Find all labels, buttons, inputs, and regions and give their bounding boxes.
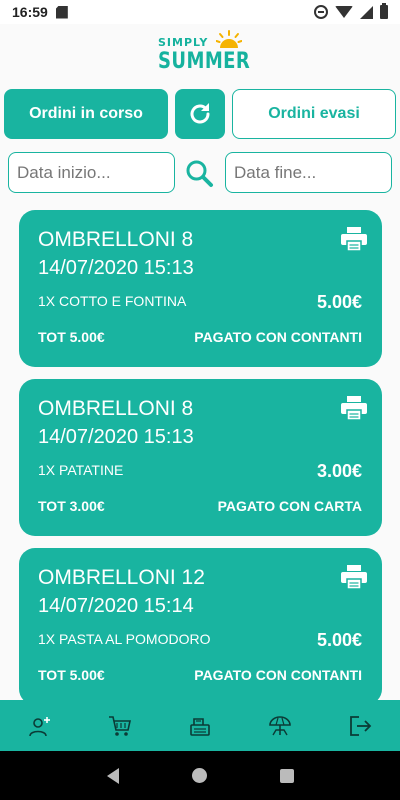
order-payment: PAGATO CON CONTANTI xyxy=(194,329,362,345)
nav-logout[interactable] xyxy=(340,706,380,746)
search-icon xyxy=(186,160,213,187)
order-item: 1X PASTA AL POMODORO xyxy=(38,631,211,647)
order-total: TOT 5.00€ xyxy=(38,667,105,683)
sun-icon xyxy=(216,30,242,48)
order-item: 1X COTTO E FONTINA xyxy=(38,293,187,309)
orders-list[interactable]: OMBRELLONI 8 14/07/2020 15:13 1X COTTO E… xyxy=(0,210,400,700)
tab-ordini-evasi[interactable]: Ordini evasi xyxy=(232,89,396,139)
register-icon xyxy=(190,717,210,736)
logo-line2: SUMMER xyxy=(158,49,251,74)
order-price: 3.00€ xyxy=(316,461,362,481)
sd-card-icon xyxy=(55,5,68,19)
printer-icon[interactable] xyxy=(341,396,367,420)
order-price: 5.00€ xyxy=(316,292,362,312)
wifi-icon xyxy=(335,6,353,18)
tab-ordini-in-corso-label: Ordini in corso xyxy=(29,105,143,122)
app-logo: SIMPLY SUMMER xyxy=(156,30,250,80)
tab-ordini-evasi-label: Ordini evasi xyxy=(268,105,360,122)
date-end-input[interactable] xyxy=(225,152,392,193)
nav-cart[interactable] xyxy=(100,706,140,746)
status-time: 16:59 xyxy=(12,4,48,20)
order-price: 5.00€ xyxy=(316,630,362,650)
order-datetime: 14/07/2020 15:13 xyxy=(38,257,194,279)
tab-ordini-in-corso[interactable]: Ordini in corso xyxy=(4,89,168,139)
order-total: TOT 5.00€ xyxy=(38,329,105,345)
signal-icon xyxy=(360,5,373,19)
status-bar: 16:59 xyxy=(0,0,400,24)
order-total: TOT 3.00€ xyxy=(38,498,105,514)
order-place: OMBRELLONI 12 xyxy=(38,566,205,589)
back-icon[interactable] xyxy=(106,767,119,784)
cart-icon xyxy=(109,715,131,736)
order-place: OMBRELLONI 8 xyxy=(38,228,194,251)
nav-register[interactable] xyxy=(180,706,220,746)
order-datetime: 14/07/2020 15:14 xyxy=(38,595,194,617)
order-datetime: 14/07/2020 15:13 xyxy=(38,426,194,448)
recent-apps-icon[interactable] xyxy=(279,768,294,783)
order-payment: PAGATO CON CARTA xyxy=(217,498,362,514)
beach-umbrella-icon xyxy=(269,715,291,735)
nav-add-user[interactable] xyxy=(20,706,60,746)
printer-icon[interactable] xyxy=(341,565,367,589)
battery-icon xyxy=(380,3,388,19)
home-icon[interactable] xyxy=(191,768,207,783)
order-item: 1X PATATINE xyxy=(38,462,124,478)
order-card[interactable]: OMBRELLONI 8 14/07/2020 15:13 1X PATATIN… xyxy=(19,379,382,536)
order-card[interactable]: OMBRELLONI 12 14/07/2020 15:14 1X PASTA … xyxy=(19,548,382,700)
logout-icon xyxy=(350,715,372,736)
refresh-icon xyxy=(190,103,210,124)
order-payment: PAGATO CON CONTANTI xyxy=(194,667,362,683)
order-place: OMBRELLONI 8 xyxy=(38,397,194,420)
system-nav-bar xyxy=(0,751,400,800)
do-not-disturb-icon xyxy=(314,5,328,19)
order-card[interactable]: OMBRELLONI 8 14/07/2020 15:13 1X COTTO E… xyxy=(19,210,382,367)
printer-icon[interactable] xyxy=(341,227,367,251)
bottom-nav xyxy=(0,700,400,751)
logo-line1: SIMPLY xyxy=(158,36,209,49)
search-button[interactable] xyxy=(184,158,214,188)
refresh-button[interactable] xyxy=(175,89,225,139)
date-start-input[interactable] xyxy=(8,152,175,193)
add-user-icon xyxy=(29,716,50,736)
nav-beach[interactable] xyxy=(260,706,300,746)
